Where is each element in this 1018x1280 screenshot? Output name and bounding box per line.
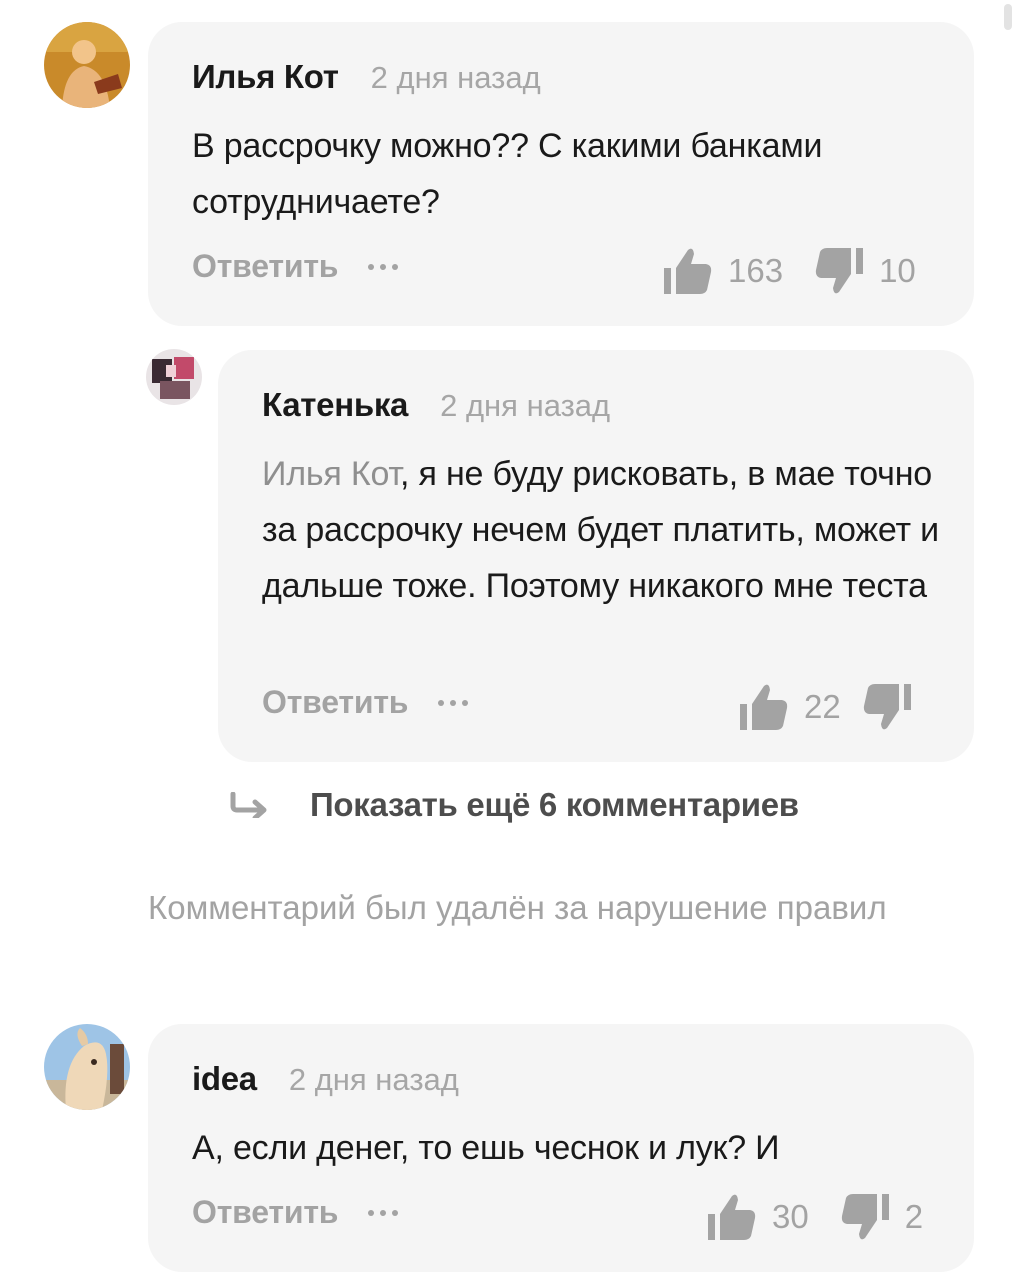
comment-text: А, если денег, то ешь чеснок и лук? И [192,1129,780,1167]
dislike-button[interactable] [861,682,913,732]
like-button[interactable]: 22 [738,682,841,732]
more-dots-icon[interactable] [368,257,399,277]
more-dots-icon[interactable] [438,693,469,713]
scrollbar[interactable] [1004,4,1012,30]
comment-time: 2 дня назад [288,1062,459,1097]
votes: 163 10 [662,246,916,296]
like-button[interactable]: 30 [706,1192,809,1242]
thumbs-down-icon [841,1194,889,1240]
show-more-replies-button[interactable]: Показать ещё 6 комментариев [230,786,799,824]
thumbs-down-icon [815,248,864,294]
votes: 30 2 [706,1192,923,1242]
like-count: 163 [728,252,784,289]
comment-actions: Ответить [192,248,399,285]
dislike-count: 2 [904,1198,924,1235]
like-count: 30 [772,1198,809,1235]
thumbs-up-icon [708,1194,756,1240]
avatar[interactable] [44,22,130,108]
mention-link[interactable]: Илья Кот [262,455,400,493]
votes: 22 [738,682,913,732]
like-button[interactable]: 163 [662,246,783,296]
deleted-comment-notice: Комментарий был удалён за нарушение прав… [148,889,887,926]
author-name[interactable]: idea [192,1060,257,1098]
more-dots-icon[interactable] [368,1203,399,1223]
comment-header: Катенька 2 дня назад [262,386,610,424]
comment-text: Илья Кот, я не буду рисковать, в мае точ… [262,446,942,614]
reply-button[interactable]: Ответить [262,684,408,721]
reply-arrow-icon [230,792,267,818]
comment-actions: Ответить [192,1194,399,1231]
avatar[interactable] [44,1024,130,1110]
dislike-button[interactable]: 10 [813,246,916,296]
reply-button[interactable]: Ответить [192,248,338,285]
dislike-count: 10 [879,252,916,289]
avatar[interactable] [146,349,202,405]
comment-text: В рассрочку можно?? С какими банками сот… [192,127,823,221]
comment-time: 2 дня назад [440,388,611,423]
reply-button[interactable]: Ответить [192,1194,338,1231]
thumbs-up-icon [664,248,712,294]
author-name[interactable]: Илья Кот [192,58,339,96]
thumbs-down-icon [863,684,911,730]
show-more-label: Показать ещё 6 комментариев [310,786,799,823]
dislike-button[interactable]: 2 [839,1192,923,1242]
comment-actions: Ответить [262,684,469,721]
comment-header: idea 2 дня назад [192,1060,459,1098]
comment-header: Илья Кот 2 дня назад [192,58,541,96]
like-count: 22 [804,688,841,725]
thumbs-up-icon [740,684,788,730]
author-name[interactable]: Катенька [262,386,408,424]
comment-time: 2 дня назад [370,60,541,95]
